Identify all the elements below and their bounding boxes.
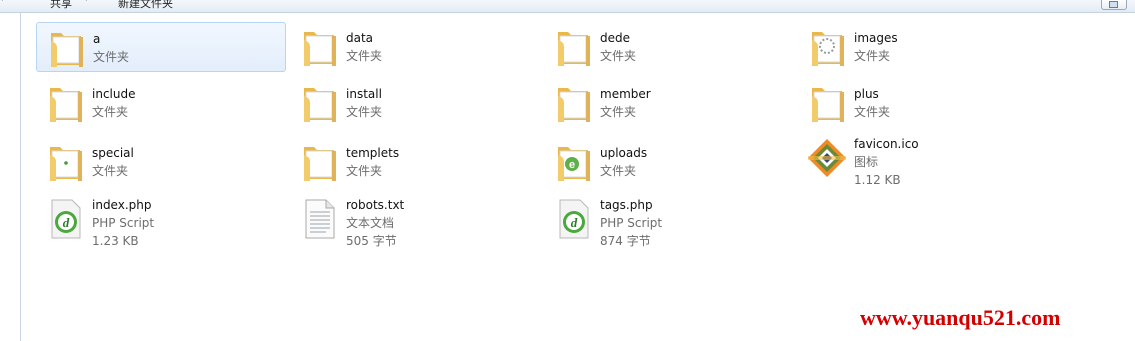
file-item-dede[interactable]: dede 文件夹: [544, 22, 794, 72]
file-name: data: [346, 31, 374, 45]
file-type: 图标: [854, 155, 879, 169]
folder-ie-icon: e: [550, 139, 596, 185]
file-type: 文件夹: [600, 105, 637, 119]
folder-images-icon: [804, 24, 850, 70]
php-script-icon: d: [42, 196, 88, 242]
file-name: templets: [346, 146, 400, 160]
file-type: PHP Script: [92, 216, 155, 230]
folder-icon: [43, 25, 89, 71]
folder-icon: [42, 139, 88, 185]
navigation-pane-edge: [20, 13, 21, 341]
folder-icon: [42, 80, 88, 126]
file-item-plus[interactable]: plus 文件夹: [798, 78, 1048, 128]
file-item-a[interactable]: a 文件夹: [36, 22, 286, 72]
svg-text:e: e: [569, 159, 575, 171]
text-document-icon: [296, 196, 342, 242]
file-name: include: [92, 87, 136, 101]
view-icon: [1109, 1, 1118, 8]
file-type: 文件夹: [92, 164, 129, 178]
file-size: 505 字节: [346, 234, 397, 248]
file-type: 文件夹: [346, 49, 383, 63]
file-type: 文件夹: [600, 49, 637, 63]
toolbar: ▾ 共享 ▾ 新建文件夹: [0, 0, 1135, 13]
file-name: install: [346, 87, 382, 101]
file-name: robots.txt: [346, 198, 405, 212]
file-item-images[interactable]: images 文件夹: [798, 22, 1048, 72]
file-name: plus: [854, 87, 879, 101]
file-type: 文件夹: [346, 105, 383, 119]
file-item-install[interactable]: install 文件夹: [290, 78, 540, 128]
file-item-data[interactable]: data 文件夹: [290, 22, 540, 72]
share-button[interactable]: 共享: [50, 0, 72, 11]
folder-icon: [296, 139, 342, 185]
file-item-uploads[interactable]: e uploads 文件夹: [544, 137, 794, 187]
file-item-tags-php[interactable]: d tags.php PHP Script 874 字节: [544, 190, 794, 248]
breadcrumb-chevron-icon: ▾: [0, 0, 5, 4]
file-type: 文件夹: [854, 105, 891, 119]
file-type: 文件夹: [600, 164, 637, 178]
new-folder-button[interactable]: 新建文件夹: [118, 0, 173, 11]
folder-icon: [550, 24, 596, 70]
file-size: 1.23 KB: [92, 234, 139, 248]
svg-text:d: d: [571, 215, 578, 230]
folder-icon: [296, 24, 342, 70]
file-name: member: [600, 87, 651, 101]
share-chevron-icon: ▾: [84, 0, 89, 4]
file-name: special: [92, 146, 134, 160]
folder-icon: [804, 80, 850, 126]
file-item-favicon[interactable]: favicon.ico 图标 1.12 KB: [798, 131, 1048, 189]
file-item-member[interactable]: member 文件夹: [544, 78, 794, 128]
file-item-templets[interactable]: templets 文件夹: [290, 137, 540, 187]
favicon-icon: [804, 135, 850, 181]
file-name: uploads: [600, 146, 648, 160]
file-type: 文本文档: [346, 216, 395, 230]
file-name: tags.php: [600, 198, 653, 212]
file-name: index.php: [92, 198, 152, 212]
file-type: PHP Script: [600, 216, 663, 230]
file-type: 文件夹: [92, 105, 129, 119]
file-name: dede: [600, 31, 630, 45]
file-type: 文件夹: [346, 164, 383, 178]
folder-icon: [296, 80, 342, 126]
file-name: images: [854, 31, 898, 45]
file-type: 文件夹: [93, 50, 130, 64]
file-size: 1.12 KB: [854, 173, 901, 187]
watermark: www.yuanqu521.com: [860, 305, 1061, 330]
file-name: a: [93, 32, 101, 46]
view-options-button[interactable]: [1101, 0, 1127, 10]
file-item-robots-txt[interactable]: robots.txt 文本文档 505 字节: [290, 190, 540, 248]
php-script-icon: d: [550, 196, 596, 242]
folder-icon: [550, 80, 596, 126]
file-item-index-php[interactable]: d index.php PHP Script 1.23 KB: [36, 190, 286, 248]
file-item-include[interactable]: include 文件夹: [36, 78, 286, 128]
file-name: favicon.ico: [854, 137, 919, 151]
file-type: 文件夹: [854, 49, 891, 63]
file-size: 874 字节: [600, 234, 651, 248]
file-item-special[interactable]: special 文件夹: [36, 137, 286, 187]
svg-text:d: d: [63, 215, 70, 230]
